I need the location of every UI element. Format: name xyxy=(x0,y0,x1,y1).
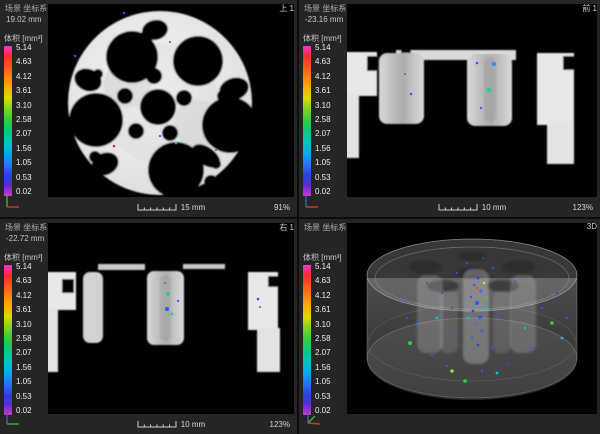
axis-indicator-3d-view xyxy=(302,407,322,432)
right-cross-section xyxy=(48,264,280,372)
view-orientation-label: 前 1 xyxy=(582,3,597,14)
view-header: 场景 坐标系 xyxy=(5,222,47,233)
panel-front-view: 场景 坐标系 -23.16 mm 前 1 体积 [mm³] 5.144.634.… xyxy=(299,0,600,217)
volume-color-legend: 体积 [mm³] 5.144.634.123.613.102.582.071.5… xyxy=(4,252,43,415)
legend-tick-labels: 5.144.634.123.613.102.582.071.561.050.53… xyxy=(16,263,32,415)
legend-tick-labels: 5.144.634.123.613.102.582.071.561.050.53… xyxy=(16,44,32,196)
volume-color-legend: 体积 [mm³] 5.144.634.123.613.102.582.071.5… xyxy=(4,33,43,196)
scale-label: 15 mm xyxy=(181,203,205,212)
zoom-percent: 123% xyxy=(270,420,290,429)
colorbar[interactable] xyxy=(4,265,12,415)
colorbar[interactable] xyxy=(4,46,12,196)
panel-top-view: 场景 坐标系 19.02 mm 上 1 体积 [mm³] 5.144.634.1… xyxy=(0,0,297,217)
scale-bar-row: 10 mm 123% xyxy=(48,418,294,431)
legend-tick-labels: 5.144.634.123.613.102.582.071.561.050.53… xyxy=(315,44,331,196)
view-header: 场景 坐标系 xyxy=(5,3,47,14)
view-orientation-label: 3D xyxy=(587,222,597,231)
ct-slice-front-image xyxy=(347,4,597,197)
axis-indicator-top-view xyxy=(3,192,21,215)
colorbar[interactable] xyxy=(303,265,311,415)
view-orientation-label: 右 1 xyxy=(279,222,294,233)
slice-position-readout: -22.72 mm xyxy=(6,234,44,243)
slice-viewport-right[interactable] xyxy=(48,223,294,414)
panel-right-view: 场景 坐标系 -22.72 mm 右 1 体积 [mm³] 5.144.634.… xyxy=(0,219,297,434)
view-header: 场景 坐标系 xyxy=(304,222,346,233)
disc-cross-section xyxy=(68,11,258,197)
scale-label: 10 mm xyxy=(482,203,506,212)
zoom-percent: 91% xyxy=(274,203,290,212)
ct-slice-right-image xyxy=(48,223,294,414)
ct-analysis-app: 场景 坐标系 19.02 mm 上 1 体积 [mm³] 5.144.634.1… xyxy=(0,0,600,434)
zoom-percent: 123% xyxy=(573,203,593,212)
colorbar[interactable] xyxy=(303,46,311,196)
ruler-icon xyxy=(137,420,177,429)
ruler-icon xyxy=(438,203,478,212)
volume-color-legend: 体积 [mm³] 5.144.634.123.613.102.582.071.5… xyxy=(303,33,342,196)
view-header: 场景 坐标系 xyxy=(304,3,346,14)
slice-viewport-top[interactable] xyxy=(48,4,294,197)
axis-indicator-right-view xyxy=(3,409,21,432)
render-viewport-3d[interactable] xyxy=(347,223,597,414)
legend-tick-labels: 5.144.634.123.613.102.582.071.561.050.53… xyxy=(315,263,331,415)
view-orientation-label: 上 1 xyxy=(279,3,294,14)
axis-indicator-front-view xyxy=(302,192,320,215)
scale-label: 10 mm xyxy=(181,420,205,429)
ct-3d-render-image xyxy=(347,223,597,414)
slice-viewport-front[interactable] xyxy=(347,4,597,197)
volume-color-legend: 体积 [mm³] 5.144.634.123.613.102.582.071.5… xyxy=(303,252,342,415)
scale-bar-row: 10 mm 123% xyxy=(347,201,597,214)
front-cross-section xyxy=(347,50,574,164)
ruler-icon xyxy=(137,203,177,212)
slice-position-readout: 19.02 mm xyxy=(6,15,42,24)
slice-position-readout: -23.16 mm xyxy=(305,15,343,24)
scale-bar-row: 15 mm 91% xyxy=(48,201,294,214)
ct-slice-top-image xyxy=(48,4,294,197)
transparent-part-3d xyxy=(367,239,577,400)
panel-3d-view: 场景 坐标系 3D 体积 [mm³] 5.144.634.123.613.102… xyxy=(299,219,600,434)
